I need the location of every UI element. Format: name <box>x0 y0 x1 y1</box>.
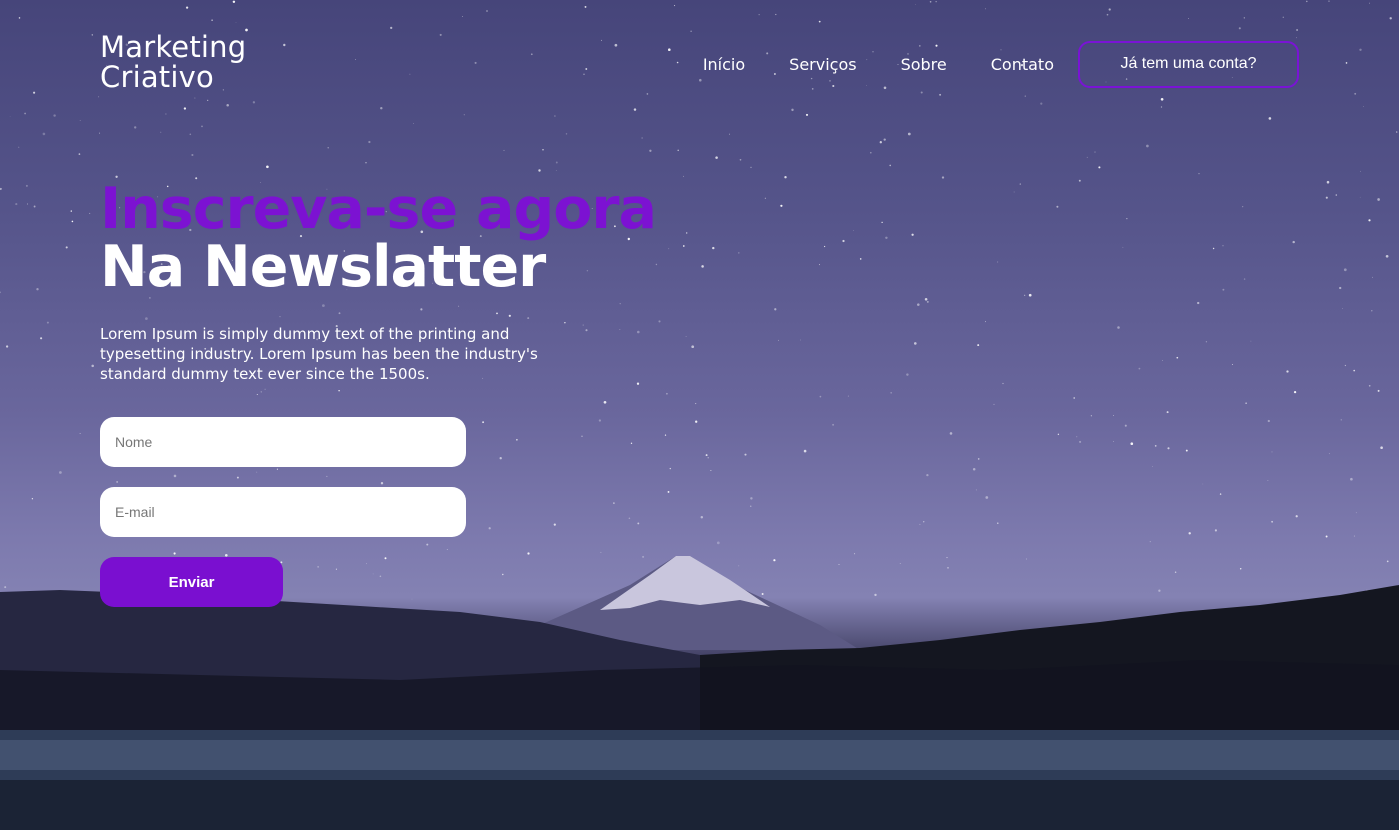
hero-section: Inscreva-se agora Na Newslatter Lorem Ip… <box>100 180 660 384</box>
submit-button[interactable]: Enviar <box>100 557 283 607</box>
email-input[interactable] <box>100 487 466 537</box>
main-nav: Início Serviços Sobre Contato Já tem uma… <box>703 40 1299 88</box>
login-button[interactable]: Já tem uma conta? <box>1078 40 1299 88</box>
nav-link-sobre[interactable]: Sobre <box>901 55 947 74</box>
name-input[interactable] <box>100 417 466 467</box>
night-landscape-illustration <box>0 0 1399 830</box>
brand-line-1: Marketing <box>100 30 247 64</box>
hero-description: Lorem Ipsum is simply dummy text of the … <box>100 325 538 383</box>
brand-line-2: Criativo <box>100 60 214 94</box>
hero-title: Inscreva-se agora Na Newslatter <box>100 180 660 296</box>
nav-link-inicio[interactable]: Início <box>703 55 745 74</box>
background-image <box>0 0 1399 830</box>
hero-title-highlight: Inscreva-se agora <box>100 176 657 242</box>
newsletter-form: Enviar <box>100 417 466 607</box>
nav-link-servicos[interactable]: Serviços <box>789 55 856 74</box>
brand-logo[interactable]: Marketing Criativo <box>100 32 246 92</box>
nav-link-contato[interactable]: Contato <box>991 55 1054 74</box>
hero-title-main: Na Newslatter <box>100 234 546 300</box>
